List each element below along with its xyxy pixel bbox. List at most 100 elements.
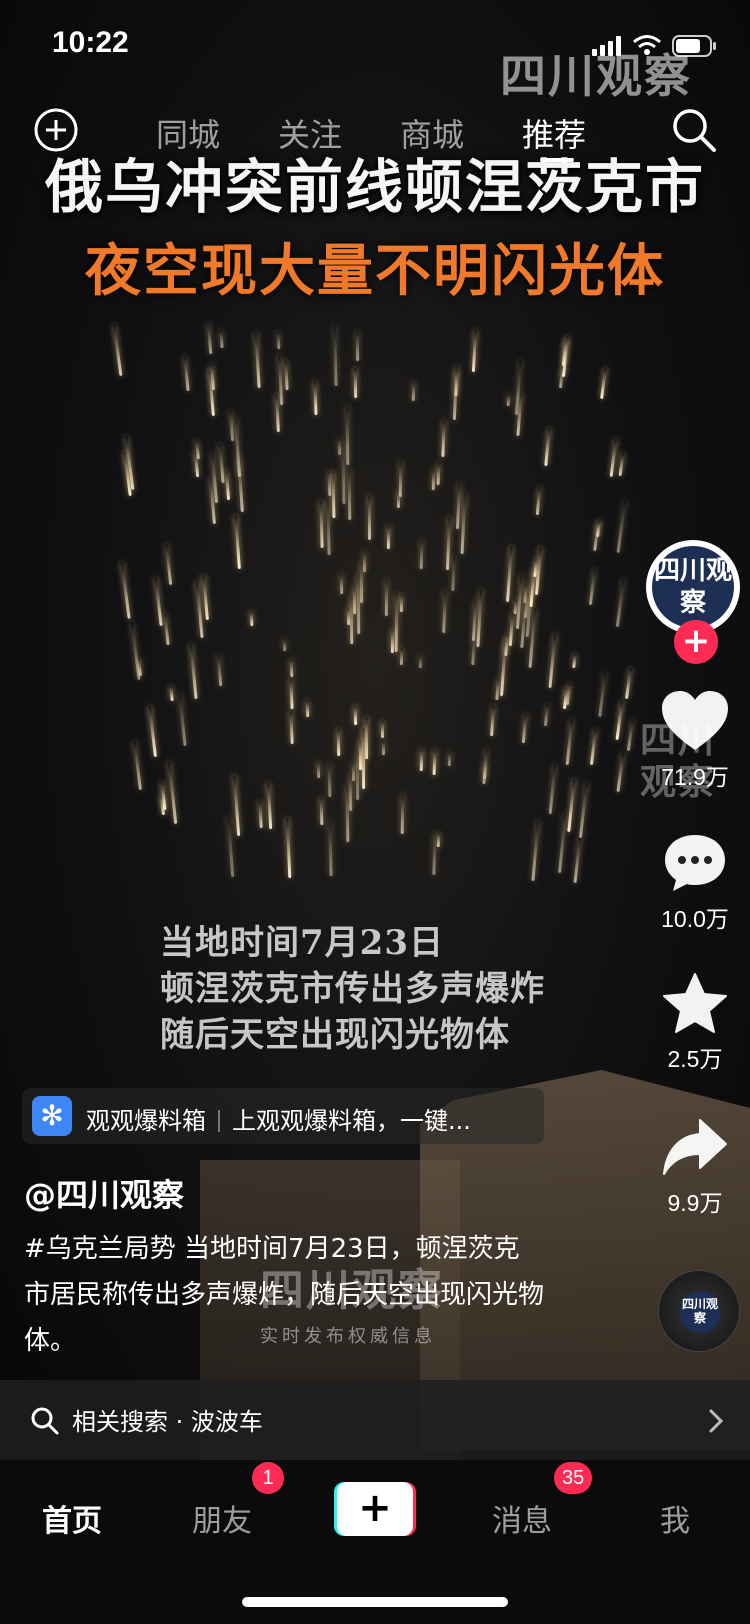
spark-streak bbox=[316, 761, 320, 779]
source-tag-name: 观观爆料箱 bbox=[86, 1107, 206, 1135]
spark-streak bbox=[112, 324, 123, 377]
spark-streak bbox=[169, 685, 175, 701]
search-icon bbox=[31, 1407, 59, 1435]
spark-streak bbox=[505, 546, 513, 603]
source-tag[interactable]: ✻ 观观爆料箱 上观观爆料箱，一键... bbox=[22, 1088, 544, 1144]
spark-streak bbox=[436, 463, 441, 486]
spark-streak bbox=[544, 703, 550, 726]
spark-streak bbox=[483, 748, 489, 779]
spark-streak bbox=[567, 779, 576, 833]
add-icon[interactable] bbox=[32, 106, 80, 154]
spark-streak bbox=[202, 574, 210, 621]
spark-streak bbox=[189, 644, 198, 699]
spark-streak bbox=[332, 471, 336, 519]
spark-streak bbox=[282, 638, 287, 652]
tab-nearby[interactable]: 同城 bbox=[156, 110, 220, 156]
spark-streak bbox=[356, 331, 360, 361]
spark-streak bbox=[254, 332, 262, 389]
spark-streak bbox=[267, 782, 273, 830]
spark-streak bbox=[195, 581, 204, 639]
search-icon[interactable] bbox=[670, 106, 718, 154]
spark-streak bbox=[432, 470, 436, 491]
spark-streak bbox=[345, 405, 349, 465]
plus-icon: + bbox=[337, 1482, 413, 1536]
author-name[interactable]: @四川观察 bbox=[24, 1170, 184, 1216]
spark-streak bbox=[228, 409, 234, 442]
spark-streak bbox=[573, 837, 582, 884]
home-indicator[interactable] bbox=[242, 1597, 508, 1607]
spark-streak bbox=[471, 329, 477, 372]
spark-streak bbox=[521, 713, 527, 744]
battery-icon bbox=[672, 35, 716, 57]
tag-divider bbox=[218, 1110, 220, 1132]
spark-streak bbox=[588, 567, 597, 605]
cellular-signal-icon bbox=[592, 36, 621, 56]
post-description[interactable]: #乌克兰局势 当地时间7月23日，顿涅茨克市居民称传出多声爆炸，随后天空出现闪光… bbox=[24, 1226, 544, 1364]
spark-streak bbox=[432, 833, 437, 876]
related-search-text: 相关搜索 · 波波车 bbox=[72, 1408, 263, 1436]
spark-streak bbox=[164, 544, 172, 586]
spark-streak bbox=[154, 578, 164, 627]
spark-streak bbox=[167, 761, 177, 824]
spark-streak bbox=[420, 540, 424, 570]
top-navigation: 同城 关注 商城 推荐 bbox=[0, 104, 750, 162]
tab-messages[interactable]: 消息 bbox=[492, 1496, 552, 1540]
music-disc[interactable]: 四川观察 bbox=[658, 1270, 740, 1352]
spark-streak bbox=[249, 610, 254, 627]
comment-count: 10.0万 bbox=[661, 906, 729, 932]
star-icon bbox=[663, 973, 727, 1033]
tab-recommended[interactable]: 推荐 bbox=[522, 110, 586, 156]
tab-me[interactable]: 我 bbox=[660, 1496, 690, 1540]
create-button[interactable]: + bbox=[334, 1482, 416, 1536]
spark-streak bbox=[319, 501, 324, 548]
comment-button[interactable]: 10.0万 bbox=[640, 832, 750, 934]
spark-streak bbox=[549, 764, 557, 815]
spark-streak bbox=[460, 493, 467, 554]
video-caption-line-2: 顿涅茨克市传出多声爆炸 bbox=[160, 969, 545, 1009]
spark-streak bbox=[624, 667, 633, 699]
spark-streak bbox=[219, 329, 224, 349]
spark-streak bbox=[600, 367, 608, 400]
tab-mall[interactable]: 商城 bbox=[400, 110, 464, 156]
spark-streak bbox=[276, 332, 281, 350]
spark-streak bbox=[387, 525, 391, 550]
follow-button[interactable]: + bbox=[674, 620, 718, 664]
spark-streak bbox=[411, 381, 416, 402]
related-search-bar[interactable]: 相关搜索 · 波波车 bbox=[0, 1380, 750, 1460]
screen: 俄乌冲突前线顿涅茨克市 夜空现大量不明闪光体 当地时间7月23日 顿涅茨克市传出… bbox=[0, 0, 750, 1624]
spark-streak bbox=[319, 796, 324, 825]
spark-streak bbox=[163, 613, 170, 645]
spark-streak bbox=[440, 420, 446, 457]
spark-streak bbox=[218, 443, 225, 483]
spark-streak bbox=[341, 444, 346, 504]
spark-streak bbox=[234, 515, 241, 570]
spark-streak bbox=[506, 393, 511, 407]
spark-streak bbox=[348, 468, 352, 520]
spark-streak bbox=[355, 750, 359, 801]
spark-streak bbox=[398, 462, 403, 498]
like-button[interactable]: 71.9万 bbox=[640, 690, 750, 792]
spark-streak bbox=[328, 821, 333, 877]
spark-streak bbox=[336, 729, 341, 756]
spark-streak bbox=[399, 594, 404, 612]
spark-streak bbox=[418, 654, 422, 668]
favorite-button[interactable]: 2.5万 bbox=[640, 972, 750, 1074]
spark-streak bbox=[519, 603, 527, 649]
share-arrow-icon bbox=[663, 1119, 727, 1175]
spark-streak bbox=[609, 439, 618, 478]
spark-streak bbox=[597, 670, 607, 717]
source-tag-desc: 上观观爆料箱，一键... bbox=[232, 1107, 471, 1135]
spark-streak bbox=[419, 748, 423, 771]
spark-streak bbox=[285, 818, 291, 879]
spark-streak bbox=[432, 750, 437, 776]
spark-streak bbox=[616, 499, 627, 553]
tab-following[interactable]: 关注 bbox=[278, 110, 342, 156]
tab-friends[interactable]: 朋友 bbox=[192, 1496, 252, 1540]
share-button[interactable]: 9.9万 bbox=[640, 1116, 750, 1218]
spark-streak bbox=[400, 794, 405, 834]
spark-streak bbox=[394, 592, 399, 652]
wifi-icon bbox=[633, 35, 661, 55]
tab-home[interactable]: 首页 bbox=[42, 1496, 102, 1540]
spark-streak bbox=[361, 728, 365, 790]
spark-streak bbox=[277, 354, 284, 405]
